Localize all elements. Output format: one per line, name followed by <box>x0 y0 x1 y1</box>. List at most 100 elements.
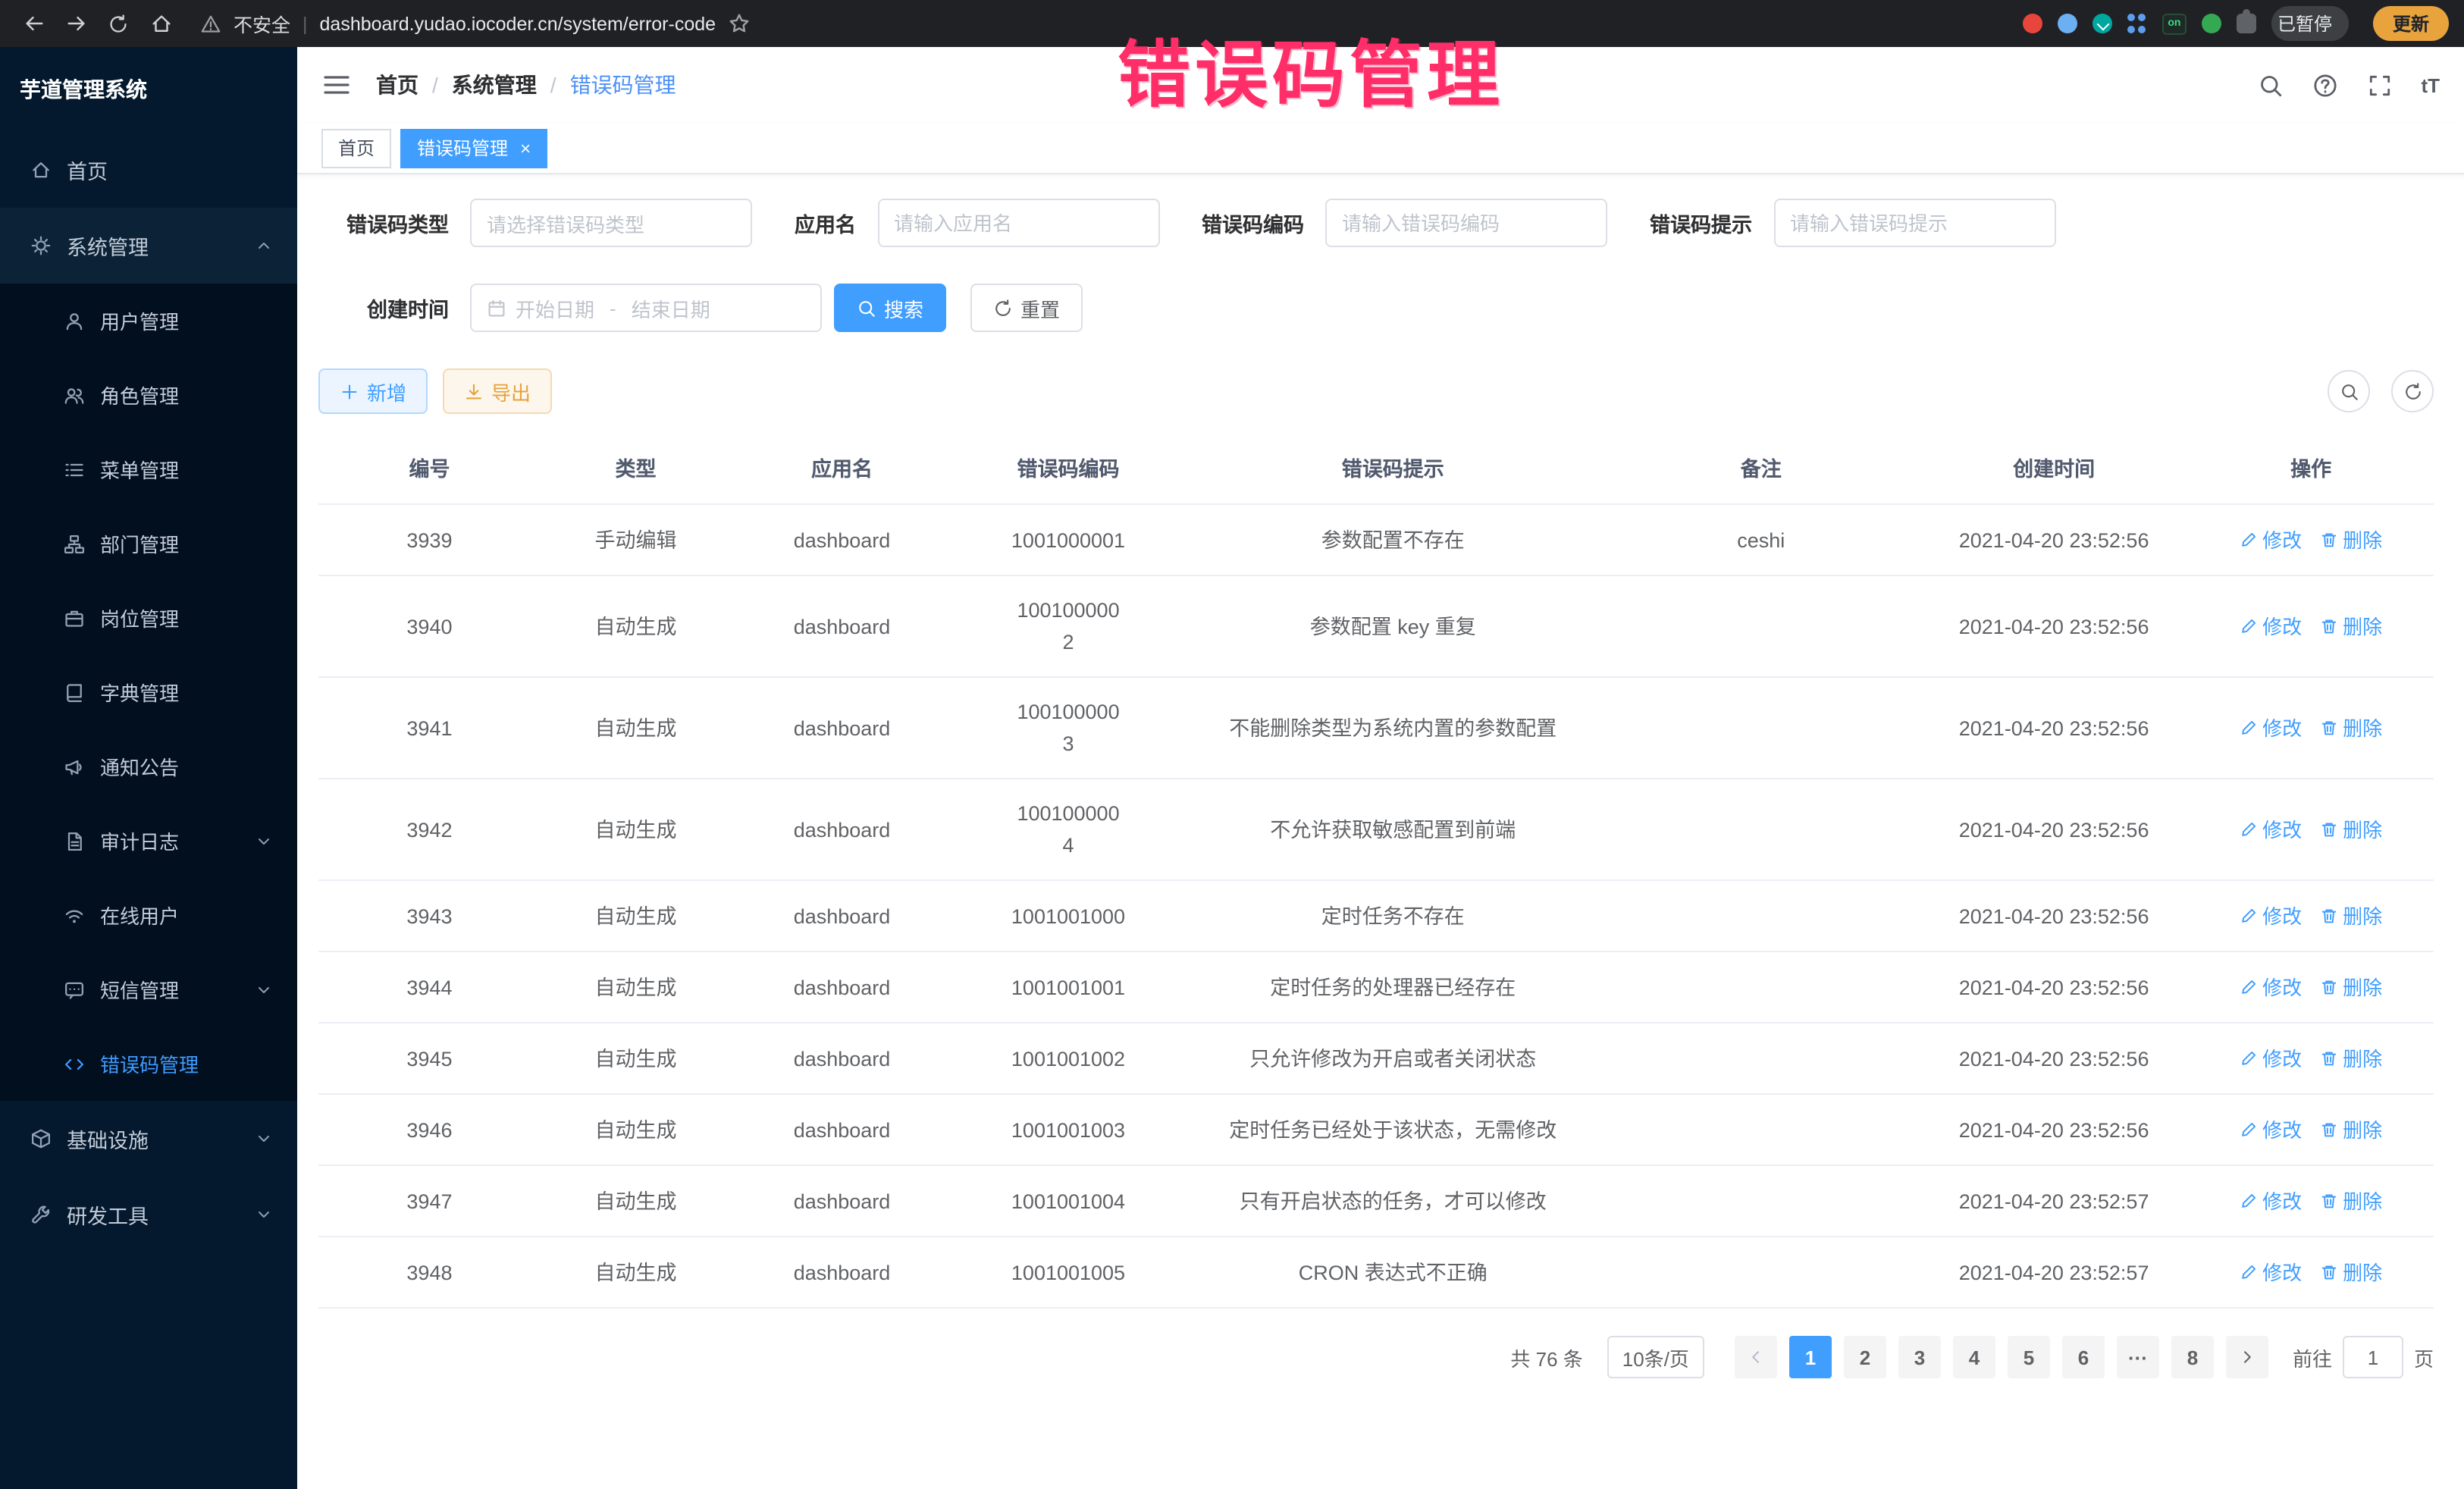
chrome-update-button[interactable]: 更新 <box>2373 6 2449 41</box>
delete-link[interactable]: 删除 <box>2320 524 2382 556</box>
address-bar[interactable]: 不安全 | dashboard.yudao.iocoder.cn/system/… <box>185 9 2017 38</box>
address-url[interactable]: dashboard.yudao.iocoder.cn/system/error-… <box>320 13 716 34</box>
edit-link[interactable]: 修改 <box>2240 1185 2302 1217</box>
error-code-input[interactable] <box>1325 199 1607 247</box>
edit-link[interactable]: 修改 <box>2240 524 2302 556</box>
extension-blue-icon[interactable] <box>2058 14 2077 33</box>
sidebar-item-dict-mgmt[interactable]: 字典管理 <box>0 655 297 729</box>
cell-msg: 定时任务已经处于该状态，无需修改 <box>1183 1096 1602 1164</box>
delete-link[interactable]: 删除 <box>2320 813 2382 845</box>
browser-reload-button[interactable] <box>100 5 136 42</box>
delete-link[interactable]: 删除 <box>2320 971 2382 1003</box>
bookmark-star-icon[interactable] <box>728 12 751 35</box>
add-button[interactable]: 新增 <box>318 368 428 414</box>
cell-type: 手动编辑 <box>541 506 731 574</box>
sidebar-item-sms-mgmt[interactable]: 短信管理 <box>0 952 297 1027</box>
sidebar-item-online-users[interactable]: 在线用户 <box>0 878 297 952</box>
browser-home-button[interactable] <box>143 5 179 42</box>
profile-paused-badge[interactable]: 已暂停 <box>2271 6 2349 41</box>
breadcrumb-error-code[interactable]: 错误码管理 <box>570 70 676 100</box>
close-icon[interactable]: × <box>520 139 531 157</box>
breadcrumb-system-mgmt[interactable]: 系统管理 <box>452 70 537 100</box>
extension-on-badge[interactable]: on <box>2162 13 2187 34</box>
sidebar-item-role-mgmt[interactable]: 角色管理 <box>0 358 297 432</box>
edit-link[interactable]: 修改 <box>2240 1042 2302 1074</box>
date-range-picker[interactable]: 开始日期 - 结束日期 <box>470 284 822 332</box>
reset-button[interactable]: 重置 <box>970 284 1083 332</box>
cell-msg: 只允许修改为开启或者关闭状态 <box>1183 1024 1602 1092</box>
extension-red-icon[interactable] <box>2023 14 2042 33</box>
fullscreen-icon[interactable] <box>2366 72 2392 98</box>
reload-icon <box>108 13 129 34</box>
edit-link[interactable]: 修改 <box>2240 971 2302 1003</box>
sidebar: 芋道管理系统 首页 系统管理 用户管理 角色管理 <box>0 47 297 1489</box>
delete-link[interactable]: 删除 <box>2320 1256 2382 1288</box>
toggle-search-button[interactable] <box>2328 370 2370 412</box>
error-msg-input[interactable] <box>1773 199 2055 247</box>
extension-teal-check-icon[interactable] <box>2093 14 2112 33</box>
cell-code: 1001001001 <box>953 953 1183 1021</box>
delete-icon <box>2320 719 2338 737</box>
sidebar-item-system-mgmt[interactable]: 系统管理 <box>0 208 297 284</box>
edit-link[interactable]: 修改 <box>2240 1114 2302 1146</box>
help-icon[interactable] <box>2312 72 2337 98</box>
sidebar-item-audit-log[interactable]: 审计日志 <box>0 804 297 878</box>
page-ellipsis-button[interactable]: ··· <box>2117 1336 2159 1378</box>
sidebar-item-dev-tools[interactable]: 研发工具 <box>0 1177 297 1252</box>
page-button-4[interactable]: 4 <box>1953 1336 1995 1378</box>
sidebar-item-notice[interactable]: 通知公告 <box>0 729 297 804</box>
edit-icon <box>2240 1192 2258 1210</box>
tab-home[interactable]: 首页 <box>321 128 391 168</box>
breadcrumb-home[interactable]: 首页 <box>376 70 419 100</box>
cell-app: dashboard <box>731 592 953 660</box>
page-goto-input[interactable] <box>2343 1336 2403 1378</box>
refresh-icon <box>993 298 1013 318</box>
prev-page-button[interactable] <box>1735 1336 1777 1378</box>
browser-forward-button[interactable] <box>58 5 94 42</box>
extension-grid-icon[interactable] <box>2127 14 2147 33</box>
sidebar-item-post-mgmt[interactable]: 岗位管理 <box>0 581 297 655</box>
delete-link[interactable]: 删除 <box>2320 900 2382 932</box>
book-icon <box>64 682 85 703</box>
sidebar-item-menu-mgmt[interactable]: 菜单管理 <box>0 432 297 506</box>
page-button-8[interactable]: 8 <box>2171 1336 2214 1378</box>
edit-link[interactable]: 修改 <box>2240 712 2302 744</box>
refresh-table-button[interactable] <box>2391 370 2434 412</box>
search-button[interactable]: 搜索 <box>834 284 946 332</box>
edit-link[interactable]: 修改 <box>2240 610 2302 642</box>
extensions-puzzle-icon[interactable] <box>2237 14 2256 33</box>
edit-link[interactable]: 修改 <box>2240 900 2302 932</box>
app-name-input[interactable] <box>877 199 1159 247</box>
sidebar-item-dept-mgmt[interactable]: 部门管理 <box>0 506 297 581</box>
search-icon[interactable] <box>2257 72 2283 98</box>
cell-id: 3944 <box>318 953 541 1021</box>
font-size-icon[interactable]: tT <box>2421 74 2440 96</box>
delete-link[interactable]: 删除 <box>2320 1042 2382 1074</box>
page-size-select[interactable]: 10条/页 <box>1607 1336 1704 1378</box>
cell-app: dashboard <box>731 1167 953 1235</box>
edit-link[interactable]: 修改 <box>2240 813 2302 845</box>
chevron-right-icon <box>2238 1348 2256 1366</box>
error-type-select[interactable]: 请选择错误码类型 <box>470 199 752 247</box>
page-button-1[interactable]: 1 <box>1789 1336 1832 1378</box>
page-button-5[interactable]: 5 <box>2008 1336 2050 1378</box>
extension-leaf-icon[interactable] <box>2202 14 2221 33</box>
delete-link[interactable]: 删除 <box>2320 712 2382 744</box>
delete-link[interactable]: 删除 <box>2320 610 2382 642</box>
cell-id: 3947 <box>318 1167 541 1235</box>
browser-back-button[interactable] <box>15 5 52 42</box>
delete-link[interactable]: 删除 <box>2320 1185 2382 1217</box>
sidebar-item-infrastructure[interactable]: 基础设施 <box>0 1101 297 1177</box>
page-button-2[interactable]: 2 <box>1844 1336 1886 1378</box>
hamburger-icon[interactable] <box>321 70 352 100</box>
next-page-button[interactable] <box>2226 1336 2268 1378</box>
tab-error-code-mgmt[interactable]: 错误码管理 × <box>400 128 547 168</box>
sidebar-item-error-code-mgmt[interactable]: 错误码管理 <box>0 1027 297 1101</box>
edit-link[interactable]: 修改 <box>2240 1256 2302 1288</box>
sidebar-item-user-mgmt[interactable]: 用户管理 <box>0 284 297 358</box>
delete-link[interactable]: 删除 <box>2320 1114 2382 1146</box>
page-button-3[interactable]: 3 <box>1898 1336 1941 1378</box>
export-button[interactable]: 导出 <box>443 368 552 414</box>
page-button-6[interactable]: 6 <box>2062 1336 2105 1378</box>
sidebar-item-home[interactable]: 首页 <box>0 132 297 208</box>
